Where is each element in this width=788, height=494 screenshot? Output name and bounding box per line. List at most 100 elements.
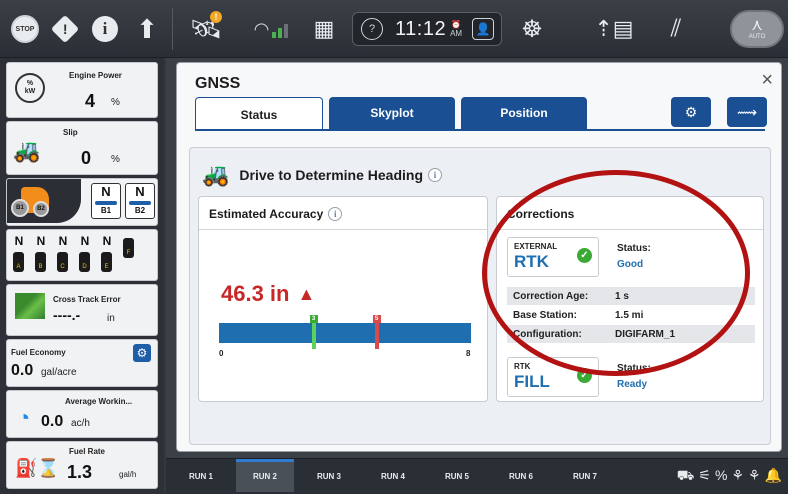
run-2-tab[interactable]: RUN 2 (236, 458, 294, 492)
info-icon: i (92, 16, 118, 42)
tab-skyplot[interactable]: Skyplot (329, 97, 455, 129)
percent-rate-icon[interactable]: % (715, 467, 727, 486)
scv-e-state: N (102, 234, 112, 248)
avg-work-rate-value: 0.0 (41, 413, 64, 430)
cross-track-error-card[interactable]: Cross Track Error ----.- in (6, 284, 158, 336)
warning-glyph: ! (62, 20, 68, 37)
run-1-tab[interactable]: RUN 1 (172, 462, 230, 492)
b1-gear-box: N B1 (91, 183, 121, 219)
gnss-button[interactable]: 🛰 ! (186, 0, 226, 58)
average-work-rate-card[interactable]: Average Workin... ◔ 0.0 ac/h (6, 390, 158, 438)
scv-c: NC (57, 234, 69, 272)
base-station-key: Base Station: (513, 309, 577, 321)
fuel-rate-card[interactable]: Fuel Rate ⛽⌛ 1.3 gal/h (6, 441, 158, 489)
b1-gear-state: N (101, 184, 111, 199)
tractor-icon: 🚜 (13, 138, 41, 163)
status-content: 🚜 Drive to Determine Heading i Estimated… (189, 147, 771, 445)
apps-grid-button[interactable]: ▦ (306, 0, 342, 58)
red-marker-stem (374, 323, 379, 349)
info-icon[interactable]: i (328, 207, 343, 221)
scv-gear-card[interactable]: NA NB NC ND NE F (6, 229, 158, 281)
implement-card[interactable]: B1 B2 N B1 N B2 (6, 178, 158, 226)
diagnostics-button[interactable]: ⟿ (727, 97, 767, 127)
secondary-status-label: Status: (617, 363, 651, 374)
section-control-icon[interactable]: ⚟ (698, 467, 711, 486)
status-icons: ⛟ ⚟ % ⚘ ⚘ 🔔 (677, 467, 782, 486)
stop-icon: STOP (11, 15, 39, 43)
external-label: EXTERNAL (514, 242, 558, 251)
slip-unit: % (111, 154, 120, 165)
settings-gear-icon[interactable]: ⚙ (133, 344, 151, 362)
heading-text: Drive to Determine Heading (239, 167, 424, 183)
notifications-icon[interactable]: 🔔 (765, 467, 782, 486)
clock-widget[interactable]: ? 11:12 ⏰ AM 👤 (352, 12, 502, 46)
implement-button[interactable]: ⇡▤ (594, 0, 634, 58)
app-root: STOP ! i ⬆ 🛰 ! ◠ ▦ ? 11:12 ⏰ AM 👤 ☸ ⇡▤ ⫽… (0, 0, 788, 494)
tab-underline (195, 129, 765, 131)
wheel-b1: B1 (11, 199, 29, 217)
engine-power-card[interactable]: % kW Engine Power 4 % (6, 62, 158, 118)
scv-e: NE (101, 234, 113, 272)
left-run-page: % kW Engine Power 4 % Slip 🚜 0 % B1 B2 N … (0, 58, 164, 494)
fuel-economy-card[interactable]: Fuel Economy ⚙ 0.0 gal/acre (6, 339, 158, 387)
scv-row: NA NB NC ND NE F (13, 234, 135, 272)
accuracy-bar: 3 5 (219, 315, 471, 349)
autosteer-button[interactable]: ⋏ AUTO (730, 10, 784, 48)
fuel-rate-label: Fuel Rate (69, 447, 106, 456)
signal-bars-icon (272, 20, 289, 38)
scv-d-state: N (80, 234, 90, 248)
secondary-status-value: Ready (617, 379, 648, 390)
b1-bar (95, 201, 117, 205)
scv-d-lever: D (79, 252, 90, 272)
green-marker-label: 3 (309, 315, 318, 323)
info-button[interactable]: i (88, 0, 122, 58)
rtk-label: RTK (514, 252, 549, 271)
slip-card[interactable]: Slip 🚜 0 % (6, 121, 158, 175)
scv-a-lever: A (13, 252, 24, 272)
tab-status[interactable]: Status (195, 97, 323, 131)
scale-max-label: 8 (466, 349, 471, 358)
wheel-b2: B2 (33, 201, 49, 217)
tab-bar: Status Skyplot Position (195, 97, 593, 131)
planter-icon[interactable]: ⚘ (731, 467, 744, 486)
red-marker-label: 5 (372, 315, 381, 323)
accuracy-value-row: 46.3 in ▲ (221, 281, 315, 307)
gear-icon: ⚙ (684, 103, 698, 120)
cross-track-label: Cross Track Error (53, 295, 121, 304)
clock-ampm: ⏰ AM (450, 20, 462, 38)
info-glyph: i (102, 19, 108, 38)
run-4-tab[interactable]: RUN 4 (364, 462, 422, 492)
settings-button[interactable]: ⚙ (671, 97, 711, 127)
stop-button[interactable]: STOP (8, 0, 42, 58)
b2-bar (129, 201, 151, 205)
signal-bar (278, 28, 283, 38)
avg-work-rate-label: Average Workin... (65, 397, 133, 406)
warning-triangle-icon: ▲ (297, 283, 316, 304)
guidance-lines-button[interactable]: ⫽ (656, 0, 696, 58)
machine-status-icon[interactable]: ⛟ (677, 467, 695, 486)
steering-button[interactable]: ☸ (512, 0, 552, 58)
engine-power-value: 4 (85, 91, 96, 111)
run-7-tab[interactable]: RUN 7 (556, 462, 614, 492)
run-6-tab[interactable]: RUN 6 (492, 462, 550, 492)
user-icon[interactable]: 👤 (472, 18, 495, 40)
primary-status-value: Good (617, 259, 644, 270)
alarm-icon: ⏰ (451, 20, 462, 29)
run-3-tab[interactable]: RUN 3 (300, 462, 358, 492)
info-icon[interactable]: i (428, 168, 443, 182)
steering-wheel-icon: ☸ (521, 15, 543, 43)
tab-position[interactable]: Position (461, 97, 587, 129)
up-arrow-button[interactable]: ⬆ (130, 0, 164, 58)
scv-c-lever: C (57, 252, 68, 272)
rtk-small-label: RTK (514, 362, 531, 371)
scale-min-label: 0 (219, 349, 224, 358)
help-icon[interactable]: ? (361, 18, 383, 40)
close-icon[interactable]: × (761, 69, 773, 92)
warnings-button[interactable]: ! (48, 0, 82, 58)
signal-status[interactable]: ◠ (246, 0, 296, 58)
rtk-fill-badge: RTK FILL ✓ (507, 357, 599, 397)
correction-age-key: Correction Age: (513, 290, 589, 302)
seeding-icon[interactable]: ⚘ (748, 467, 761, 486)
run-5-tab[interactable]: RUN 5 (428, 462, 486, 492)
autosteer-icon: ⋏ (751, 17, 763, 34)
